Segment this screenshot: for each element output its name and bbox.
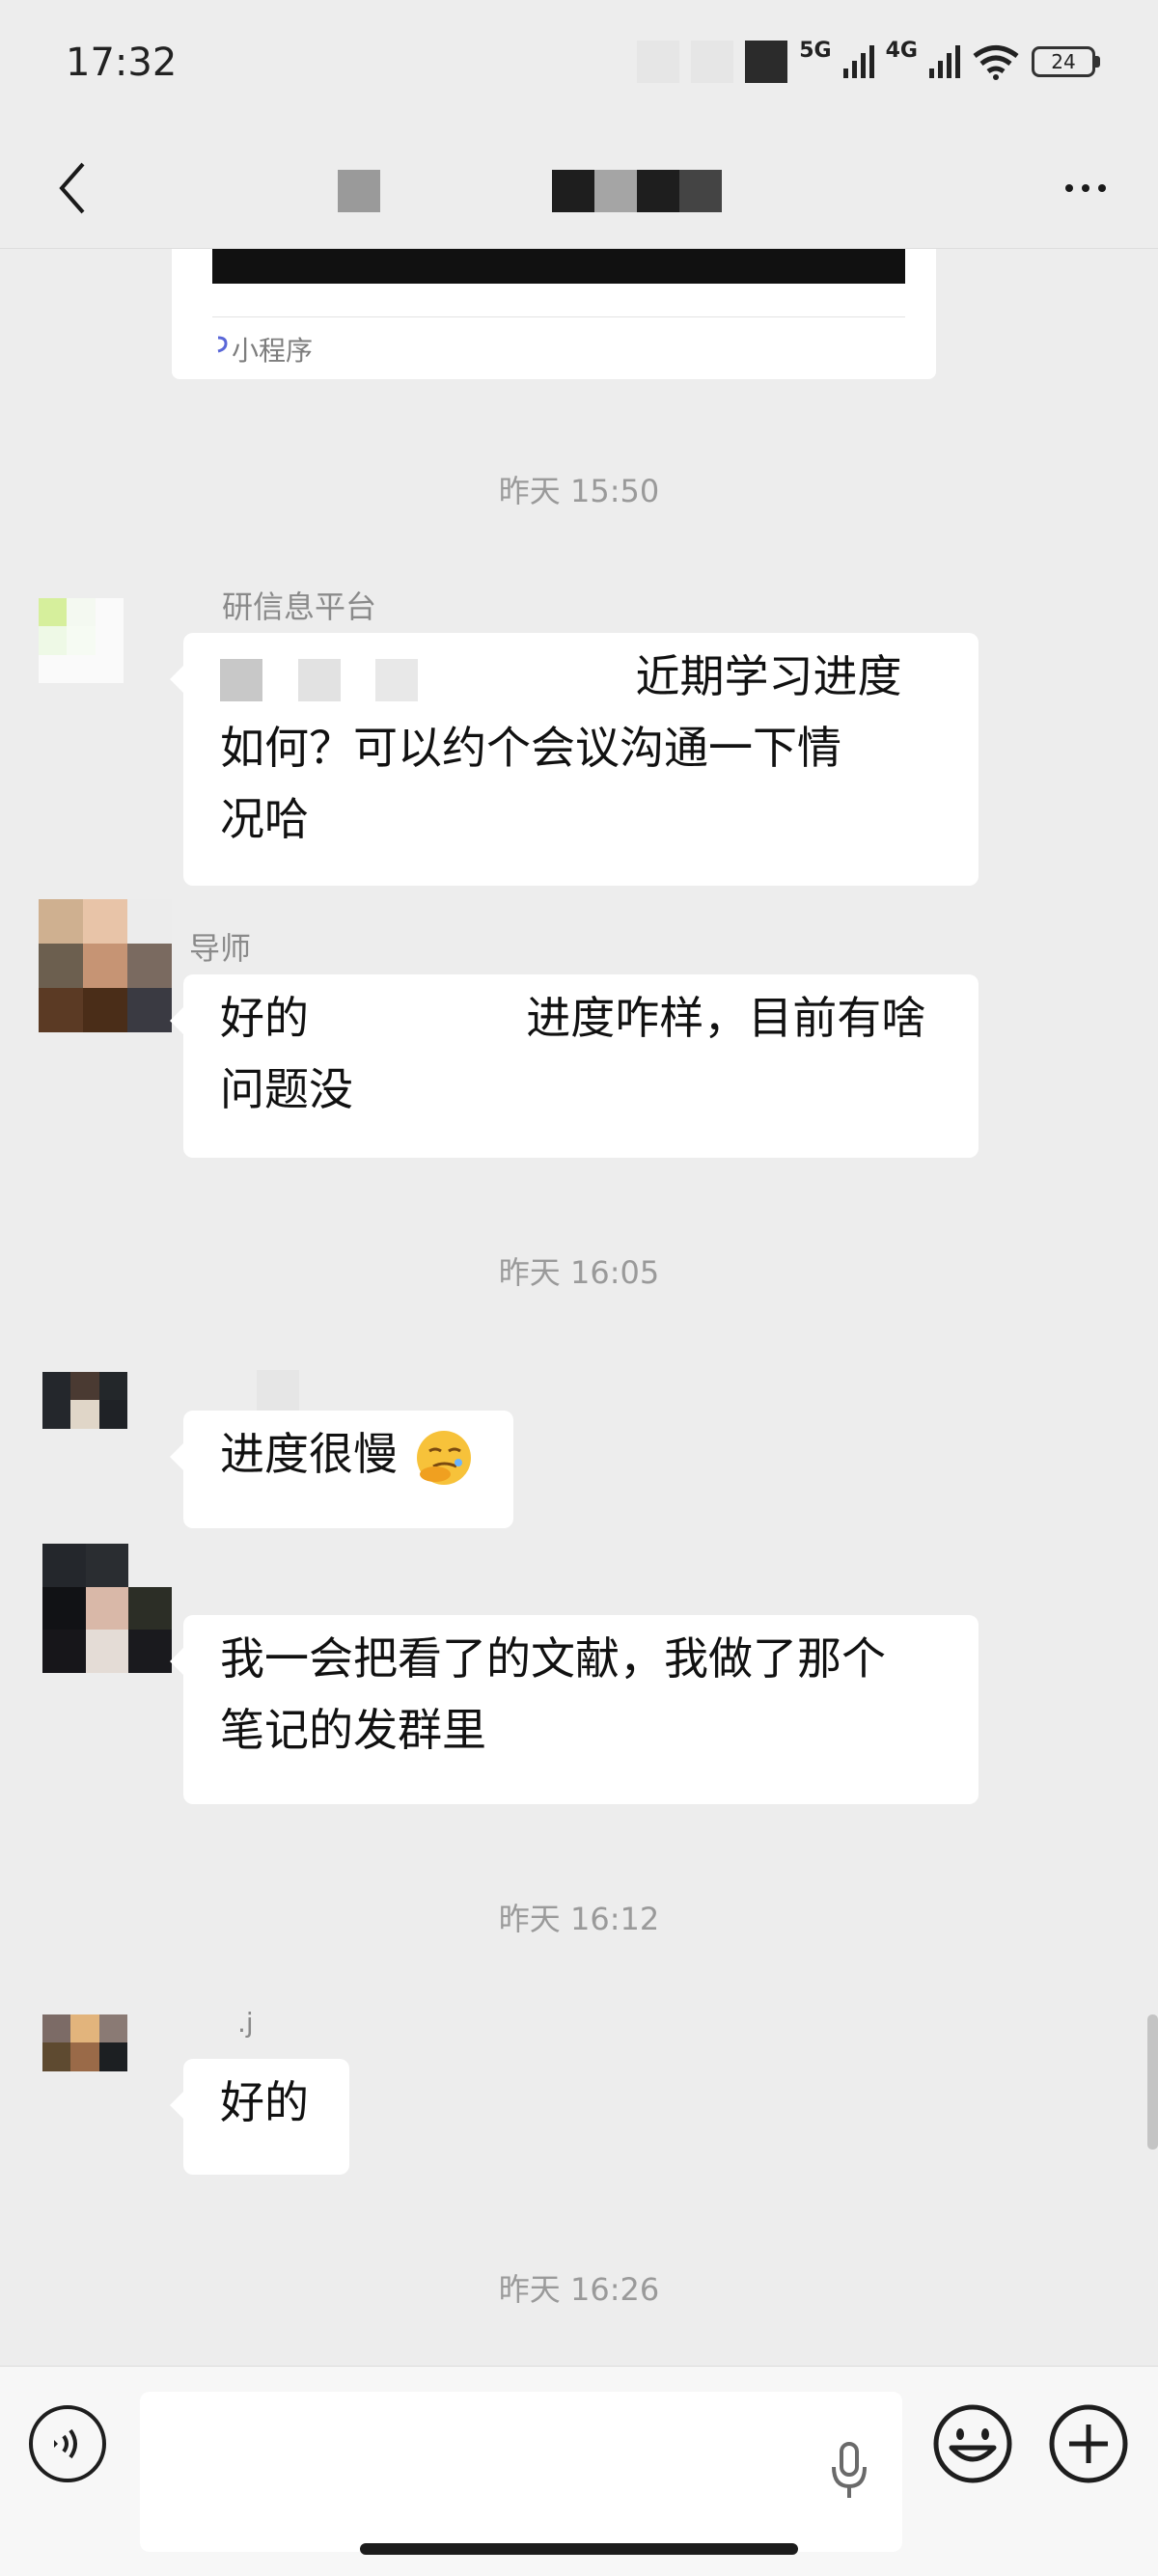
message-text: 问题没: [220, 1063, 353, 1115]
sender-name-redacted: [257, 1370, 299, 1412]
avatar[interactable]: [39, 899, 172, 1032]
redacted-text: [375, 658, 419, 701]
emoji-button[interactable]: [932, 2403, 1013, 2484]
status-icons: 5G 4G 24: [637, 38, 1100, 83]
chevron-left-icon: [59, 162, 85, 214]
facepalm-emoji-icon: [416, 1430, 471, 1485]
timestamp: 昨天 16:26: [498, 2271, 660, 2308]
mini-program-label: 小程序: [232, 335, 314, 367]
network-type-label: 5G: [799, 38, 832, 63]
mini-program-image: [212, 249, 905, 284]
microphone-icon[interactable]: [828, 2440, 870, 2504]
message-text: 好的: [220, 2076, 309, 2128]
timestamp: 昨天 15:50: [498, 473, 660, 509]
timestamp: 昨天 16:05: [498, 1254, 660, 1291]
sender-name: .j: [237, 2007, 254, 2039]
blurred-notification-icon: [745, 41, 788, 83]
redacted-text: [297, 658, 341, 701]
network-type-label: 4G: [885, 38, 918, 63]
status-bar: 17:32 5G 4G 24: [0, 0, 1158, 125]
chat-title-redacted: [338, 170, 722, 212]
battery-level: 24: [1032, 46, 1095, 77]
avatar[interactable]: [42, 1372, 127, 1457]
voice-wave-icon: [54, 2428, 77, 2459]
more-functions-button[interactable]: [1048, 2403, 1129, 2484]
message-text: 好的: [220, 992, 309, 1044]
message-bubble[interactable]: 好的: [170, 2059, 349, 2175]
status-time: 17:32: [66, 41, 178, 85]
back-button[interactable]: [39, 154, 106, 222]
message-text: 进度很慢: [220, 1428, 398, 1480]
avatar[interactable]: [42, 1544, 172, 1673]
message-text: 我一会把看了的文献，我做了那个: [220, 1632, 886, 1685]
message-bubble[interactable]: 进度很慢: [170, 1411, 513, 1528]
blurred-notification-icon: [637, 41, 680, 83]
message-bubble[interactable]: 我一会把看了的文献，我做了那个 笔记的发群里: [170, 1615, 979, 1804]
message-text: 进度咋样，目前有啥: [526, 992, 926, 1044]
blurred-notification-icon: [691, 41, 734, 83]
mini-program-icon: [217, 336, 228, 353]
wifi-icon: [973, 45, 1019, 80]
sender-name: 导师: [189, 930, 252, 967]
chat-header: [0, 125, 1158, 249]
mini-program-card[interactable]: 小程序: [172, 249, 936, 379]
redacted-text: [220, 658, 262, 701]
message-bubble[interactable]: 好的 进度咋样，目前有啥 问题没: [170, 974, 979, 1158]
signal-icon: [929, 45, 960, 78]
message-input[interactable]: [140, 2392, 873, 2552]
timestamp: 昨天 16:12: [498, 1901, 660, 1937]
battery-icon: 24: [1032, 46, 1100, 77]
message-text: 笔记的发群里: [220, 1704, 486, 1756]
message-text: 况哈: [220, 793, 309, 845]
scrollbar-thumb[interactable]: [1147, 2014, 1158, 2150]
message-text: 近期学习进度: [635, 650, 902, 702]
avatar[interactable]: [42, 2014, 127, 2099]
avatar[interactable]: [39, 598, 124, 683]
voice-input-button[interactable]: [29, 2405, 106, 2482]
more-options-button[interactable]: [1052, 154, 1119, 222]
home-indicator[interactable]: [360, 2543, 798, 2555]
signal-icon: [842, 45, 874, 78]
sender-name: 研信息平台: [222, 589, 377, 625]
message-bubble[interactable]: 近期学习进度 如何？可以约个会议沟通一下情 况哈: [170, 633, 979, 886]
message-text: 如何？可以约个会议沟通一下情: [220, 722, 841, 774]
